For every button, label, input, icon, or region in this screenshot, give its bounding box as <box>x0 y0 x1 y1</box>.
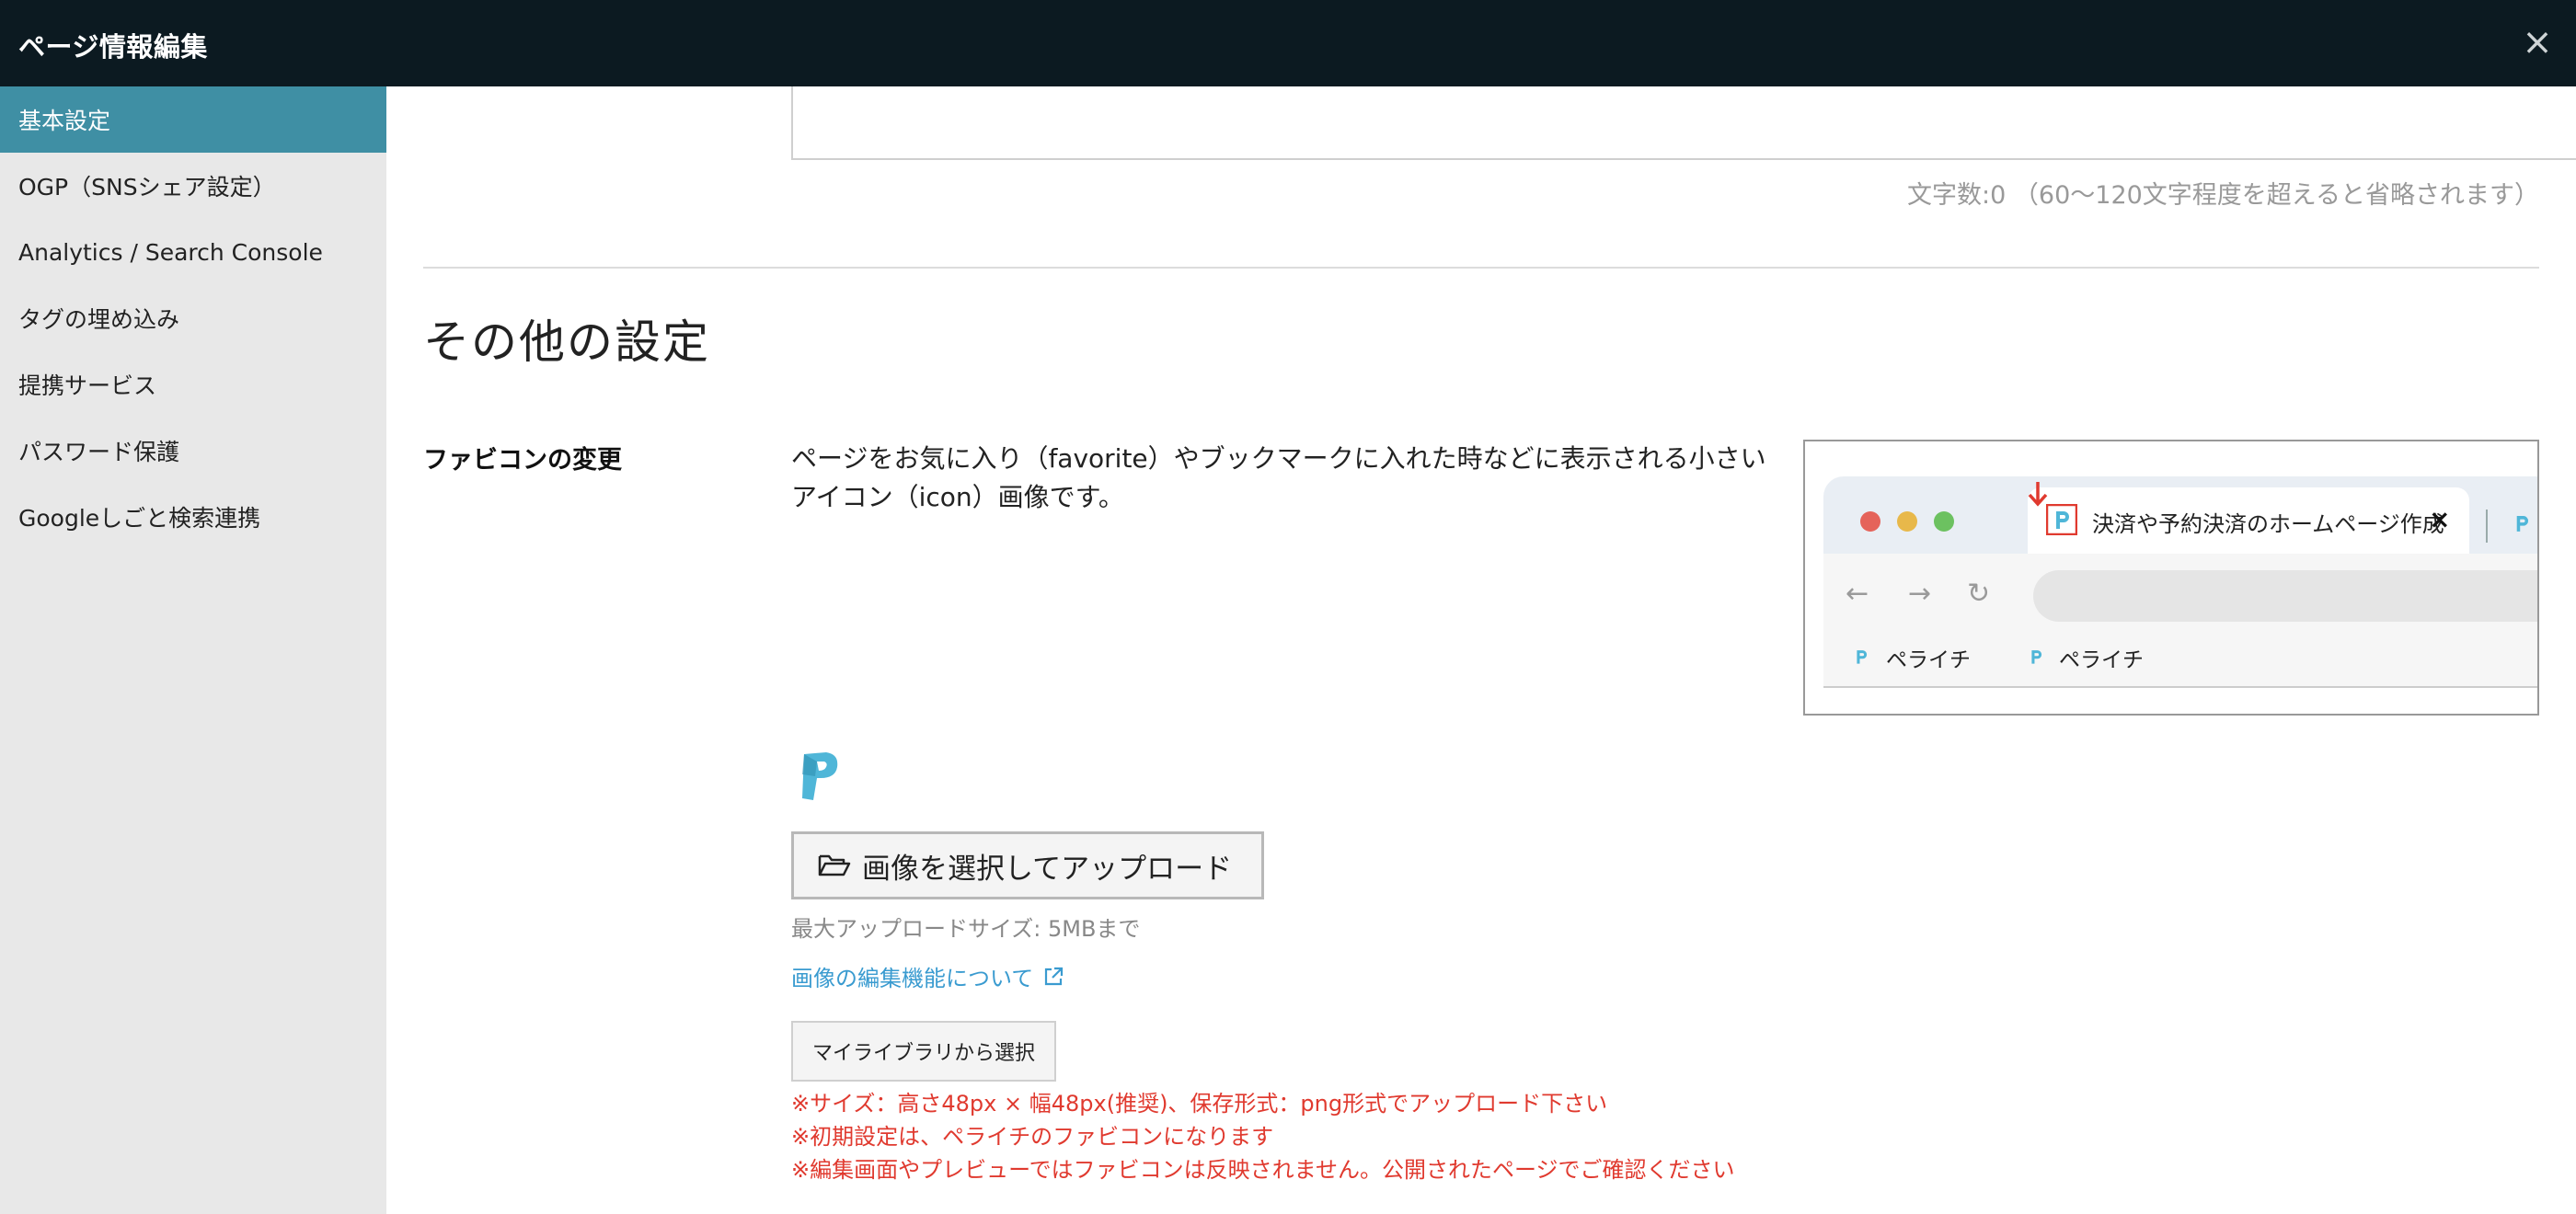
section-title: その他の設定 <box>423 315 710 369</box>
favicon-description: ページをお気に入り（favorite）やブックマークに入れた時などに表示される小… <box>791 443 1766 512</box>
sidebar-item-label: 提携サービス <box>18 372 157 399</box>
sidebar-item-label: パスワード保護 <box>18 439 180 465</box>
bookmark-item: ペライチ <box>2059 648 2144 672</box>
select-from-library-button[interactable]: マイライブラリから選択 <box>791 1021 1056 1082</box>
char-count: 文字数:0 （60〜120文字程度を超えると省略されます） <box>1907 181 2539 210</box>
sidebar-item-label: Googleしごと検索連携 <box>18 505 261 532</box>
address-bar <box>2033 570 2537 622</box>
sidebar-item-password[interactable]: パスワード保護 <box>0 418 386 484</box>
header-bar: ページ情報編集 × <box>0 0 2576 86</box>
highlighted-favicon-icon <box>2046 504 2077 535</box>
red-arrow-icon <box>2028 482 2048 507</box>
sidebar-item-ogp[interactable]: OGP（SNSシェア設定） <box>0 153 386 219</box>
section-divider <box>423 267 2539 269</box>
bookmark-favicon-icon <box>2031 650 2042 664</box>
sidebar-item-label: Analytics / Search Console <box>18 238 323 266</box>
window-minimize-dot-icon <box>1897 511 1917 532</box>
bookmark-item: ペライチ <box>1886 648 1971 672</box>
sidebar-item-basic-settings[interactable]: 基本設定 <box>0 86 386 153</box>
reload-icon: ↻ <box>1967 578 1991 610</box>
description-textarea[interactable] <box>791 86 2576 160</box>
browser-tab: 決済や予約決済のホームページ作成 × <box>2028 487 2469 554</box>
favicon-preview-icon <box>802 752 838 800</box>
bookmark-favicon-icon <box>1857 650 1868 664</box>
window-close-dot-icon <box>1860 511 1880 532</box>
tab-separator <box>2486 510 2488 543</box>
sidebar-item-tag-embed[interactable]: タグの埋め込み <box>0 285 386 351</box>
page-title: ページ情報編集 <box>18 31 208 63</box>
size-note: ※サイズ：高さ48px × 幅48px(推奨)、保存形式：png形式でアップロー… <box>791 1091 1608 1117</box>
max-upload-size: 最大アップロードサイズ: 5MBまで <box>791 916 1141 942</box>
edit-link-label: 画像の編集機能について <box>791 966 1034 991</box>
sidebar: 基本設定 OGP（SNSシェア設定） Analytics / Search Co… <box>0 86 386 1214</box>
image-edit-help-link[interactable]: 画像の編集機能について <box>791 960 1064 992</box>
sidebar-item-analytics[interactable]: Analytics / Search Console <box>0 219 386 285</box>
next-tab-favicon-icon <box>2516 516 2529 532</box>
browser-nav-row: ← → ↻ ペライチ ペライチ <box>1823 554 2537 686</box>
sidebar-item-label: OGP（SNSシェア設定） <box>18 174 276 200</box>
sidebar-item-partner-services[interactable]: 提携サービス <box>0 351 386 418</box>
tab-close-icon: × <box>2429 504 2451 534</box>
sidebar-item-google-jobs[interactable]: Googleしごと検索連携 <box>0 484 386 550</box>
external-link-icon <box>1045 967 1064 985</box>
sidebar-item-label: 基本設定 <box>18 108 111 134</box>
close-button[interactable]: × <box>2512 17 2563 68</box>
favicon-label: ファビコンの変更 <box>423 446 622 475</box>
folder-open-icon <box>818 854 851 876</box>
favicon-illustration: 決済や予約決済のホームページ作成 × ← → ↻ ペライチ ペライチ <box>1803 440 2539 716</box>
preview-note: ※編集画面やプレビューではファビコンは反映されません。公開されたページでご確認く… <box>791 1157 1735 1183</box>
sidebar-item-label: タグの埋め込み <box>18 306 180 333</box>
forward-arrow-icon: → <box>1908 578 1932 610</box>
upload-button-label: 画像を選択してアップロード <box>862 852 1233 886</box>
main-content: 文字数:0 （60〜120文字程度を超えると省略されます） その他の設定 ファビ… <box>386 86 2576 1214</box>
tab-title: 決済や予約決済のホームページ作成 <box>2092 511 2444 537</box>
browser-tab-bar: 決済や予約決済のホームページ作成 × <box>1823 476 2537 554</box>
upload-image-button[interactable]: 画像を選択してアップロード <box>791 831 1264 899</box>
illustration-divider <box>1823 686 2537 688</box>
back-arrow-icon: ← <box>1846 578 1869 610</box>
default-note: ※初期設定は、ペライチのファビコンになります <box>791 1124 1274 1150</box>
window-maximize-dot-icon <box>1934 511 1954 532</box>
